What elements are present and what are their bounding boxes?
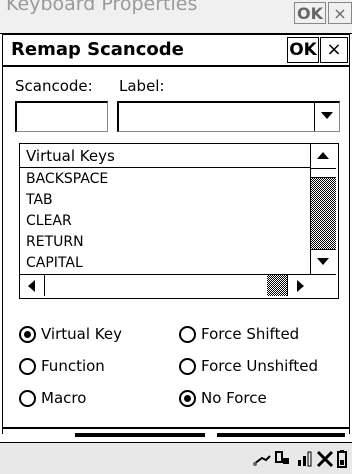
label-dropdown-button[interactable] (314, 103, 339, 131)
list-item[interactable]: RETURN (26, 234, 84, 250)
scancode-input[interactable] (15, 101, 108, 132)
connection-icon[interactable] (274, 450, 292, 468)
horizontal-scrollbar[interactable] (20, 274, 336, 297)
scroll-track[interactable] (311, 178, 336, 249)
scancode-label-text: Scancode: (15, 77, 93, 95)
close-button[interactable]: × (320, 37, 348, 63)
list-item[interactable]: CLEAR (26, 213, 72, 229)
scroll-right-button[interactable] (287, 275, 312, 296)
background-ok-button[interactable]: OK (294, 2, 326, 24)
label-combobox[interactable] (117, 101, 340, 132)
radio-function-label: Function (41, 357, 105, 375)
radio-macro-indicator[interactable] (19, 390, 36, 407)
radio-function-indicator[interactable] (19, 358, 36, 375)
radio-virtual-key-label: Virtual Key (41, 325, 122, 343)
scroll-thumb[interactable] (311, 169, 336, 178)
radio-no-force-indicator[interactable] (179, 390, 196, 407)
signal-icon[interactable] (296, 450, 314, 468)
list-item[interactable]: BACKSPACE (26, 171, 108, 187)
no-signal-icon[interactable] (316, 450, 334, 468)
label-label-text: Label: (119, 77, 165, 95)
radio-macro-label: Macro (41, 389, 87, 407)
bottom-tab-slot (217, 433, 345, 437)
radio-force-shifted-label: Force Shifted (201, 325, 300, 343)
vertical-scrollbar[interactable] (310, 144, 337, 274)
battery-icon[interactable] (336, 450, 348, 468)
taskbar (0, 442, 352, 474)
scroll-left-button[interactable] (20, 275, 45, 296)
radio-force-unshifted-indicator[interactable] (179, 358, 196, 375)
virtual-keys-list[interactable]: Virtual Keys BACKSPACE TAB CLEAR RETURN … (19, 143, 339, 299)
dialog-titlebar: Remap Scancode OK × (3, 35, 349, 67)
radio-force-unshifted-label: Force Unshifted (201, 357, 318, 375)
scroll-up-button[interactable] (311, 144, 336, 169)
scancode-label: Scancode: (15, 77, 93, 95)
radio-force-shifted-indicator[interactable] (179, 326, 196, 343)
network-icon[interactable] (252, 450, 272, 468)
list-item[interactable]: TAB (26, 192, 53, 208)
radio-virtual-key-indicator[interactable] (19, 326, 36, 343)
arrow-left-icon (28, 280, 35, 292)
arrow-up-icon (317, 152, 329, 159)
background-window-titlebar: Keyboard Properties OK × (0, 0, 352, 34)
radio-no-force-label: No Force (201, 389, 267, 407)
horizontal-scroll-thumb[interactable] (45, 275, 267, 296)
chevron-down-icon (321, 112, 333, 119)
background-window-title: Keyboard Properties (6, 0, 198, 15)
background-close-button[interactable]: × (328, 2, 352, 24)
arrow-right-icon (297, 280, 304, 292)
arrow-down-icon (317, 258, 329, 265)
dialog-title: Remap Scancode (11, 39, 184, 60)
list-item[interactable]: CAPITAL (26, 255, 83, 271)
ok-button[interactable]: OK (287, 37, 319, 63)
bottom-tab-slot (75, 433, 205, 437)
label-label: Label: (119, 77, 165, 95)
remap-scancode-dialog: Remap Scancode OK × Scancode: Label: Vir… (2, 34, 350, 437)
scroll-down-button[interactable] (311, 249, 336, 274)
list-header[interactable]: Virtual Keys (20, 144, 310, 168)
horizontal-scroll-track[interactable] (267, 275, 287, 296)
